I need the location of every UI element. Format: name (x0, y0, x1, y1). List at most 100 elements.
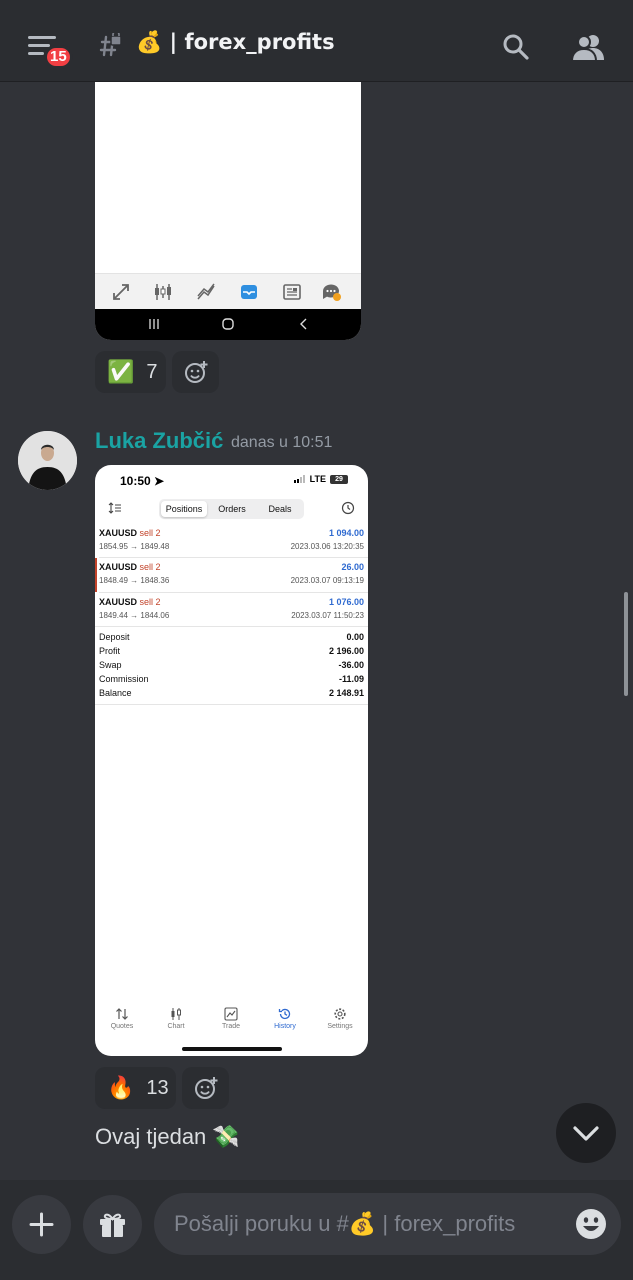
summary-value: 0.00 (346, 632, 364, 642)
tab-label: Chart (167, 1023, 185, 1030)
check-emoji: ✅ (107, 359, 135, 385)
summary-row: Deposit 0.00 (99, 632, 364, 646)
summary-value: -36.00 (338, 660, 364, 670)
reaction-check[interactable]: ✅ 7 (95, 351, 166, 393)
trade-arrows-icon (113, 284, 129, 300)
add-reaction-button[interactable] (172, 351, 219, 393)
tab-settings: Settings (315, 1007, 365, 1037)
summary-value: 2 196.00 (328, 646, 364, 656)
timestamp: danas u 10:51 (231, 434, 333, 451)
position-prices: 1849.44 → 1844.06 (99, 611, 170, 620)
hash-lock-icon (99, 33, 122, 57)
summary-label: Balance (99, 688, 132, 698)
image-attachment-history[interactable]: 10:50 ➤ LTE 29 Positions Orders Deals XA… (95, 465, 368, 1056)
jump-to-bottom-button[interactable] (556, 1103, 616, 1163)
scrollbar-thumb[interactable] (624, 592, 628, 696)
tab-history: History (260, 1007, 310, 1037)
user-avatar-image (18, 431, 77, 490)
members-icon[interactable] (571, 32, 605, 62)
channel-title[interactable]: 💰 | forex_profits (136, 30, 335, 55)
candles-icon (155, 284, 171, 300)
position-symbol: XAUUSD sell 2 (99, 528, 161, 538)
avatar[interactable] (18, 431, 77, 490)
tab-quotes: Quotes (97, 1007, 147, 1037)
chat-icon (322, 284, 341, 301)
trade-icon (224, 1007, 238, 1021)
notification-badge: 15 (44, 45, 73, 69)
divider (99, 592, 368, 593)
reaction-count: 7 (146, 360, 158, 383)
quotes-icon (116, 1008, 128, 1020)
inbox-icon (241, 285, 257, 299)
channel-emoji: 💰 (136, 30, 163, 54)
add-reaction-icon (185, 361, 208, 383)
position-date: 2023.03.06 13:20:35 (290, 542, 364, 551)
news-icon (283, 284, 301, 300)
segment-positions: Positions (161, 501, 207, 517)
divider (99, 557, 368, 558)
recents-icon (149, 319, 159, 329)
position-prices: 1848.49 → 1848.36 (99, 576, 170, 585)
summary-value: 2 148.91 (328, 688, 364, 698)
summary-row: Profit 2 196.00 (99, 646, 364, 660)
gift-icon (100, 1213, 125, 1237)
status-indicators: LTE 29 (293, 474, 348, 484)
position-side: sell 2 (139, 528, 161, 538)
channel-name: | forex_profits (169, 30, 335, 54)
sort-icon (108, 502, 121, 514)
message-text: Ovaj tjedan 💸 (95, 1124, 240, 1149)
android-nav-bar (95, 309, 361, 340)
position-date: 2023.03.07 11:50:23 (291, 611, 364, 620)
segmented-control: Positions Orders Deals (159, 499, 304, 519)
chevron-down-icon (573, 1126, 599, 1141)
add-reaction-button[interactable] (182, 1067, 229, 1109)
message-input-placeholder: Pošalji poruku u #💰 | forex_profits (174, 1211, 516, 1236)
tab-trade: Trade (206, 1007, 256, 1037)
position-profit: 1 076.00 (328, 597, 364, 607)
battery-level: 29 (330, 474, 348, 484)
history-icon (278, 1008, 291, 1020)
channel-header: 15 💰 | forex_profits (0, 0, 633, 82)
position-row: XAUUSD sell 2 1848.49 → 1848.36 26.00 20… (95, 562, 368, 596)
summary-label: Commission (99, 674, 149, 684)
app-tabbar (95, 273, 361, 309)
summary-value: -11.09 (338, 674, 364, 684)
summary-label: Profit (99, 646, 121, 656)
attach-button[interactable] (12, 1195, 71, 1254)
add-reaction-icon (195, 1077, 218, 1099)
position-side: sell 2 (139, 597, 161, 607)
status-time: 10:50 ➤ (120, 474, 165, 488)
position-prices: 1854.95 → 1849.48 (99, 542, 170, 551)
clock-icon (341, 501, 355, 515)
back-icon (300, 318, 307, 330)
reaction-count: 13 (146, 1076, 169, 1099)
settings-gear-icon (334, 1008, 346, 1020)
tab-label: Quotes (110, 1023, 134, 1030)
plus-icon (29, 1212, 54, 1237)
segment-orders: Orders (218, 504, 246, 514)
image-attachment[interactable] (95, 82, 361, 340)
summary-row: Balance 2 148.91 (99, 688, 364, 702)
reaction-fire[interactable]: 🔥 13 (95, 1067, 176, 1109)
position-profit: 1 094.00 (328, 528, 364, 538)
segment-deals: Deals (268, 504, 292, 514)
home-indicator (182, 1047, 282, 1051)
chart-icon (171, 1008, 181, 1020)
position-symbol: XAUUSD sell 2 (99, 597, 161, 607)
position-profit: 26.00 (341, 562, 364, 572)
fire-emoji: 🔥 (107, 1075, 135, 1101)
summary-label: Swap (99, 660, 122, 670)
tab-label: Settings (327, 1023, 353, 1030)
position-side: sell 2 (139, 562, 161, 572)
message-input[interactable]: Pošalji poruku u #💰 | forex_profits (154, 1193, 621, 1255)
emoji-picker-icon[interactable] (575, 1208, 607, 1240)
gift-button[interactable] (83, 1195, 142, 1254)
divider (95, 704, 368, 705)
position-date: 2023.03.07 09:13:19 (290, 576, 364, 585)
username[interactable]: Luka Zubčić (95, 428, 223, 454)
network-label: LTE (309, 474, 326, 484)
search-icon[interactable] (502, 33, 530, 61)
home-icon (222, 318, 234, 330)
summary-row: Commission -11.09 (99, 674, 364, 688)
position-symbol: XAUUSD sell 2 (99, 562, 161, 572)
